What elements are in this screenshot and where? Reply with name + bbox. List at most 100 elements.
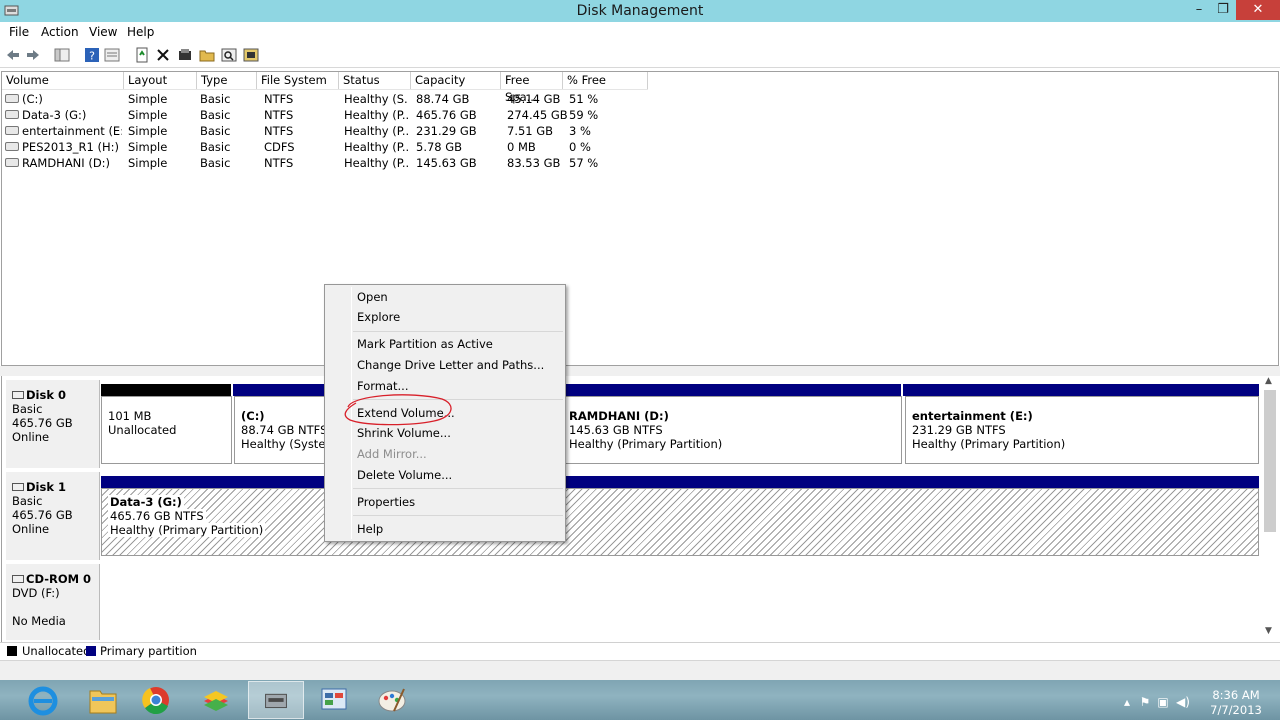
partition-unallocated[interactable]: 101 MB Unallocated — [101, 396, 232, 464]
primary-bar — [233, 384, 333, 396]
pane-splitter[interactable] — [0, 366, 1280, 376]
disk-type: Basic — [12, 402, 43, 416]
file-system-cell: NTFS — [264, 124, 294, 138]
action-center-flag-icon[interactable]: ⚑ — [1138, 695, 1152, 709]
disk-0-label[interactable]: Disk 0 Basic 465.76 GB Online — [6, 380, 100, 468]
volume-icon[interactable]: ◀) — [1176, 695, 1190, 709]
percent-free-cell: 51 % — [569, 92, 599, 106]
scroll-down-icon[interactable]: ▼ — [1265, 626, 1272, 636]
menu-file[interactable]: File — [9, 25, 29, 39]
percent-free-cell: 3 % — [569, 124, 591, 138]
menu-item-open[interactable]: Open — [357, 288, 388, 306]
show-hidden-icons-icon[interactable]: ▴ — [1120, 695, 1134, 709]
scroll-thumb[interactable] — [1264, 390, 1276, 532]
partition-c[interactable]: (C:) 88.74 GB NTFS Healthy (System, — [234, 396, 329, 464]
network-icon[interactable]: ▣ — [1156, 695, 1170, 709]
menu-separator — [353, 488, 563, 489]
open-folder-icon[interactable] — [199, 47, 215, 63]
table-row[interactable]: Data-3 (G:) Simple Basic NTFS Healthy (P… — [2, 107, 648, 123]
window-title: Disk Management — [576, 3, 704, 19]
column-header-status[interactable]: Status — [339, 72, 411, 89]
status-cell: Healthy (P... — [344, 124, 408, 138]
column-header-free-space[interactable]: Free Spa... — [501, 72, 563, 104]
title-bar: Disk Management – ❐ ✕ — [0, 0, 1280, 22]
type-cell: Basic — [200, 140, 231, 154]
minimize-button[interactable]: – — [1186, 0, 1212, 20]
menu-item-add-mirror: Add Mirror... — [357, 447, 427, 461]
menu-item-change-drive-letter[interactable]: Change Drive Letter and Paths... — [357, 356, 544, 374]
bluestacks-icon[interactable] — [188, 681, 244, 719]
partition-name: Data-3 (G:) — [108, 495, 184, 509]
menu-help[interactable]: Help — [127, 25, 154, 39]
disk-name: Disk 1 — [26, 480, 66, 494]
partition-e[interactable]: entertainment (E:) 231.29 GB NTFS Health… — [905, 396, 1259, 464]
disk-management-app-icon[interactable] — [248, 681, 304, 719]
check-disk-icon[interactable] — [243, 47, 259, 63]
svg-text:?: ? — [89, 50, 95, 63]
file-system-cell: CDFS — [264, 140, 295, 154]
disk-1-label[interactable]: Disk 1 Basic 465.76 GB Online — [6, 472, 100, 560]
menu-item-delete-volume[interactable]: Delete Volume... — [357, 466, 452, 484]
partition-status: Healthy (Primary Partition) — [108, 523, 266, 537]
disk-name: CD-ROM 0 — [26, 572, 92, 586]
disk-state: Online — [12, 430, 50, 444]
free-space-cell: 45.14 GB — [507, 92, 561, 106]
menu-item-properties[interactable]: Properties — [357, 493, 415, 511]
search-icon[interactable] — [221, 47, 237, 63]
table-row[interactable]: entertainment (E:) Simple Basic NTFS Hea… — [2, 123, 648, 139]
column-header-layout[interactable]: Layout — [124, 72, 197, 89]
legend-label-primary: Primary partition — [100, 644, 197, 658]
drive-icon — [5, 126, 19, 135]
forward-icon[interactable] — [25, 47, 41, 63]
menu-separator — [353, 331, 563, 332]
menu-item-mark-active[interactable]: Mark Partition as Active — [357, 335, 493, 353]
partition-status: Healthy (Primary Partition) — [912, 437, 1066, 451]
internet-explorer-icon[interactable] — [12, 681, 68, 719]
properties-view-icon[interactable] — [104, 47, 120, 63]
partition-d[interactable]: RAMDHANI (D:) 145.63 GB NTFS Healthy (Pr… — [562, 396, 902, 464]
help-icon[interactable]: ? — [84, 47, 100, 63]
drive-icon — [5, 110, 19, 119]
disk-properties-icon[interactable] — [177, 47, 193, 63]
refresh-icon[interactable] — [134, 47, 150, 63]
disk-state: No Media — [12, 614, 66, 628]
menu-item-help[interactable]: Help — [357, 520, 383, 538]
vertical-scrollbar[interactable]: ▲ ▼ — [1262, 376, 1278, 640]
disk-state: Online — [12, 522, 50, 536]
disk-size: 465.76 GB — [12, 508, 73, 522]
partition-g[interactable]: Data-3 (G:) 465.76 GB NTFS Healthy (Prim… — [101, 488, 1259, 556]
control-panel-icon[interactable] — [306, 681, 362, 719]
column-header-percent-free[interactable]: % Free — [563, 72, 648, 89]
status-bar — [0, 660, 1280, 680]
column-header-capacity[interactable]: Capacity — [411, 72, 501, 89]
column-header-volume[interactable]: Volume — [2, 72, 124, 89]
legend-swatch-unallocated — [7, 646, 17, 656]
chrome-icon[interactable] — [128, 681, 184, 719]
menu-action[interactable]: Action — [41, 25, 79, 39]
delete-icon[interactable] — [155, 47, 171, 63]
restore-button[interactable]: ❐ — [1212, 0, 1234, 20]
back-icon[interactable] — [5, 47, 21, 63]
scroll-up-icon[interactable]: ▲ — [1265, 376, 1272, 386]
layout-cell: Simple — [128, 108, 168, 122]
cdrom-0-label[interactable]: CD-ROM 0 DVD (F:) No Media — [6, 564, 100, 640]
paint-icon[interactable] — [364, 681, 420, 719]
taskbar-clock[interactable]: 8:36 AM 7/7/2013 — [1200, 688, 1272, 718]
menu-view[interactable]: View — [89, 25, 117, 39]
column-header-type[interactable]: Type — [197, 72, 257, 89]
file-explorer-icon[interactable] — [74, 681, 130, 719]
status-cell: Healthy (P... — [344, 156, 408, 170]
partition-size: 88.74 GB NTFS — [241, 423, 328, 437]
free-space-cell: 0 MB — [507, 140, 536, 154]
table-row[interactable]: PES2013_R1 (H:) Simple Basic CDFS Health… — [2, 139, 648, 155]
type-cell: Basic — [200, 156, 231, 170]
column-header-file-system[interactable]: File System — [257, 72, 339, 89]
unallocated-bar — [101, 384, 231, 396]
table-row[interactable]: RAMDHANI (D:) Simple Basic NTFS Healthy … — [2, 155, 648, 171]
close-button[interactable]: ✕ — [1236, 0, 1280, 20]
disk-name: Disk 0 — [26, 388, 66, 402]
console-tree-icon[interactable] — [54, 47, 70, 63]
table-row[interactable]: (C:) Simple Basic NTFS Healthy (S... 88.… — [2, 91, 648, 107]
partition-size: 465.76 GB NTFS — [108, 509, 206, 523]
menu-item-explore[interactable]: Explore — [357, 308, 400, 326]
